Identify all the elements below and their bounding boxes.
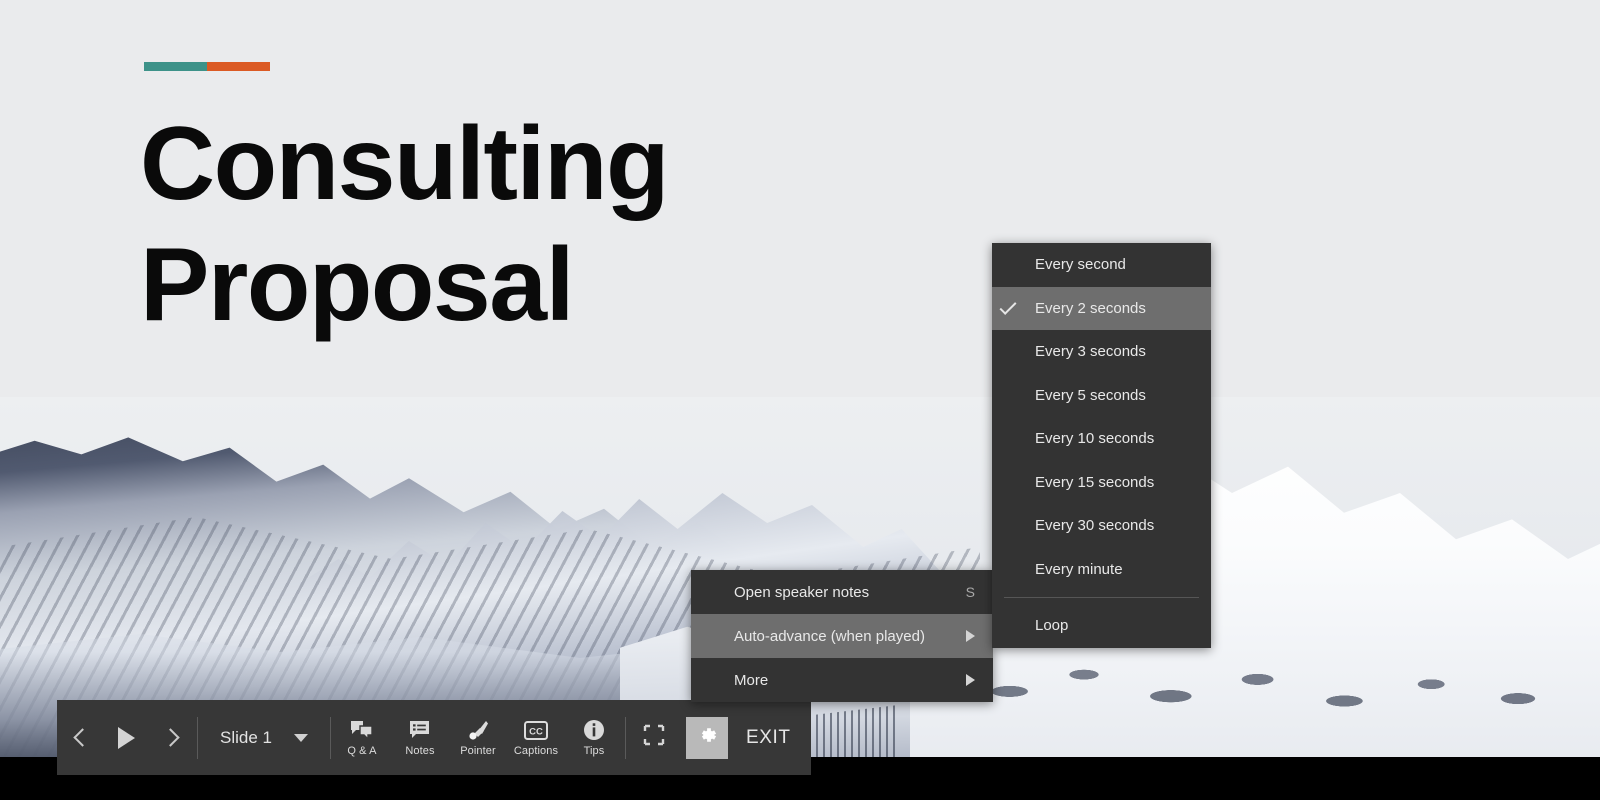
submenu-item-every-5-seconds[interactable]: Every 5 seconds xyxy=(992,374,1211,418)
chevron-down-icon xyxy=(293,733,308,742)
title-line-2: Proposal xyxy=(140,226,575,343)
gear-icon xyxy=(695,723,719,752)
submenu-item-label: Every second xyxy=(1035,256,1126,274)
submenu-item-every-minute[interactable]: Every minute xyxy=(992,548,1211,592)
menu-item-label: More xyxy=(734,671,769,689)
submenu-item-label: Every 15 seconds xyxy=(1035,473,1155,491)
laser-pointer-icon xyxy=(467,718,489,742)
submenu-item-label: Loop xyxy=(1035,617,1069,635)
submenu-item-every-10-seconds[interactable]: Every 10 seconds xyxy=(992,417,1211,461)
previous-slide-button[interactable] xyxy=(57,715,103,761)
menu-item-label: Auto-advance (when played) xyxy=(734,627,925,645)
tool-qa-button[interactable]: Q & A xyxy=(333,700,391,775)
chevron-left-icon xyxy=(72,728,92,747)
chevron-right-icon xyxy=(966,674,975,686)
presentation-toolbar: Slide 1 Q & A Notes Pointer CC Captions … xyxy=(57,700,811,775)
nav-group xyxy=(57,700,195,775)
page-title: Consulting Proposal xyxy=(140,104,670,345)
context-menu: Open speaker notes S Auto-advance (when … xyxy=(691,570,993,702)
info-circle-icon xyxy=(583,718,605,742)
tool-tips-button[interactable]: Tips xyxy=(565,700,623,775)
slide-selector-label: Slide 1 xyxy=(220,727,272,747)
chevron-right-icon xyxy=(966,630,975,642)
submenu-item-every-second[interactable]: Every second xyxy=(992,243,1211,287)
tool-pointer-button[interactable]: Pointer xyxy=(449,700,507,775)
tool-captions-button[interactable]: CC Captions xyxy=(507,700,565,775)
divider xyxy=(1004,597,1199,598)
next-slide-button[interactable] xyxy=(149,715,195,761)
submenu-item-label: Every 30 seconds xyxy=(1035,517,1155,535)
tool-label: Tips xyxy=(583,745,605,757)
options-gear-button[interactable] xyxy=(685,716,728,759)
submenu-item-label: Every 10 seconds xyxy=(1035,430,1155,448)
submenu-item-every-15-seconds[interactable]: Every 15 seconds xyxy=(992,461,1211,505)
exit-button[interactable]: EXIT xyxy=(728,727,809,749)
tool-label: Notes xyxy=(405,745,435,757)
tool-label: Captions xyxy=(513,745,559,757)
menu-item-more[interactable]: More xyxy=(691,658,993,702)
play-icon xyxy=(117,726,135,749)
submenu-item-loop[interactable]: Loop xyxy=(992,604,1211,648)
svg-text:CC: CC xyxy=(529,726,543,737)
tool-notes-button[interactable]: Notes xyxy=(391,700,449,775)
divider xyxy=(197,716,198,759)
menu-item-auto-advance[interactable]: Auto-advance (when played) xyxy=(691,614,993,658)
chevron-right-icon xyxy=(160,728,180,747)
tool-label: Q & A xyxy=(347,745,377,757)
tool-label: Pointer xyxy=(460,745,496,757)
divider xyxy=(624,716,626,759)
exit-fullscreen-icon xyxy=(643,724,665,751)
notes-bubble-icon xyxy=(409,718,430,742)
menu-item-label: Open speaker notes xyxy=(734,583,870,601)
auto-advance-submenu: Every second Every 2 seconds Every 3 sec… xyxy=(992,243,1211,648)
exit-fullscreen-button[interactable] xyxy=(628,700,680,775)
play-button[interactable] xyxy=(103,715,149,761)
title-line-1: Consulting xyxy=(140,106,670,222)
presentation-viewport: Consulting Proposal Slide 1 Q & A Notes … xyxy=(0,0,1600,800)
submenu-item-label: Every 3 seconds xyxy=(1035,343,1146,361)
accent-bar-left xyxy=(144,62,207,71)
submenu-item-label: Every 5 seconds xyxy=(1035,386,1146,404)
check-icon xyxy=(999,298,1017,316)
submenu-item-every-3-seconds[interactable]: Every 3 seconds xyxy=(992,330,1211,374)
submenu-item-every-2-seconds[interactable]: Every 2 seconds xyxy=(992,286,1211,330)
menu-item-open-speaker-notes[interactable]: Open speaker notes S xyxy=(691,570,993,614)
submenu-item-label: Every minute xyxy=(1035,560,1123,578)
accent-bar xyxy=(144,62,270,71)
qa-bubbles-icon xyxy=(350,718,374,742)
submenu-item-label: Every 2 seconds xyxy=(1035,299,1146,317)
divider xyxy=(329,716,331,759)
menu-item-shortcut: S xyxy=(965,584,975,600)
accent-bar-right xyxy=(207,62,270,71)
submenu-item-every-30-seconds[interactable]: Every 30 seconds xyxy=(992,504,1211,548)
slide-selector[interactable]: Slide 1 xyxy=(200,700,328,775)
closed-captions-icon: CC xyxy=(523,718,548,742)
